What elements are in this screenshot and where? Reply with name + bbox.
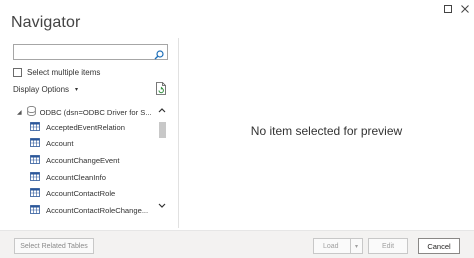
database-icon xyxy=(26,106,36,118)
table-icon xyxy=(30,121,40,133)
chevron-down-icon: ▾ xyxy=(75,87,79,93)
load-dropdown-button[interactable]: ▾ xyxy=(351,238,363,254)
list-item[interactable]: Account xyxy=(30,136,156,153)
list-item[interactable]: AcceptedEventRelation xyxy=(30,119,156,136)
dialog-title: Navigator xyxy=(11,14,81,31)
table-icon xyxy=(30,204,40,216)
table-icon xyxy=(30,138,40,149)
list-item-label: AccountContactRole xyxy=(46,189,116,199)
list-item[interactable]: AccountContactRoleChange... xyxy=(30,202,156,219)
table-icon xyxy=(30,188,40,199)
list-item-label: AccountChangeEvent xyxy=(46,155,120,165)
tree-root-label: ODBC (dsn=ODBC Driver for S... xyxy=(39,107,152,117)
chevron-down-icon: ▾ xyxy=(354,243,358,250)
list-item[interactable]: AccountContactRole xyxy=(30,185,156,202)
list-item-label: AccountContactRoleChange... xyxy=(46,205,149,215)
select-multiple-checkbox[interactable] xyxy=(13,68,22,77)
list-item[interactable]: AccountChangeEvent xyxy=(30,152,156,169)
display-options-label: Display Options xyxy=(13,85,70,94)
refresh-document-icon xyxy=(155,82,167,99)
load-button[interactable]: Load xyxy=(313,238,351,254)
tree-scrollbar[interactable] xyxy=(157,104,167,216)
tree-root-node[interactable]: ◢ ODBC (dsn=ODBC Driver for S... xyxy=(17,106,152,118)
list-item[interactable]: AccountCleanInfo xyxy=(30,169,156,186)
table-icon xyxy=(30,155,40,166)
list-item-label: AcceptedEventRelation xyxy=(46,122,125,132)
table-list: AcceptedEventRelation Account AccountCha… xyxy=(30,119,156,219)
display-options-dropdown[interactable]: Display Options ▾ xyxy=(13,85,78,94)
refresh-button[interactable] xyxy=(155,82,167,100)
chevron-down-icon xyxy=(158,196,166,214)
close-icon xyxy=(460,4,470,14)
select-related-tables-button[interactable]: Select Related Tables xyxy=(14,238,94,254)
edit-button[interactable]: Edit xyxy=(368,238,408,254)
search-input[interactable] xyxy=(14,48,150,63)
close-button[interactable] xyxy=(454,2,474,16)
list-item-label: AccountCleanInfo xyxy=(46,172,106,182)
select-multiple-row[interactable]: Select multiple items xyxy=(13,68,100,77)
cancel-button[interactable]: Cancel xyxy=(418,238,460,254)
preview-empty-message: No item selected for preview xyxy=(250,124,403,138)
select-multiple-label: Select multiple items xyxy=(27,68,101,77)
scroll-thumb[interactable] xyxy=(159,122,166,138)
chevron-up-icon xyxy=(158,100,166,118)
expand-triangle-icon[interactable]: ◢ xyxy=(17,109,22,116)
scroll-up-button[interactable] xyxy=(157,104,167,114)
table-icon xyxy=(30,171,40,183)
search-icon[interactable] xyxy=(154,47,164,65)
restore-icon xyxy=(443,4,453,14)
list-item-label: Account xyxy=(46,139,74,149)
search-box[interactable] xyxy=(13,44,168,63)
scroll-down-button[interactable] xyxy=(157,200,167,210)
